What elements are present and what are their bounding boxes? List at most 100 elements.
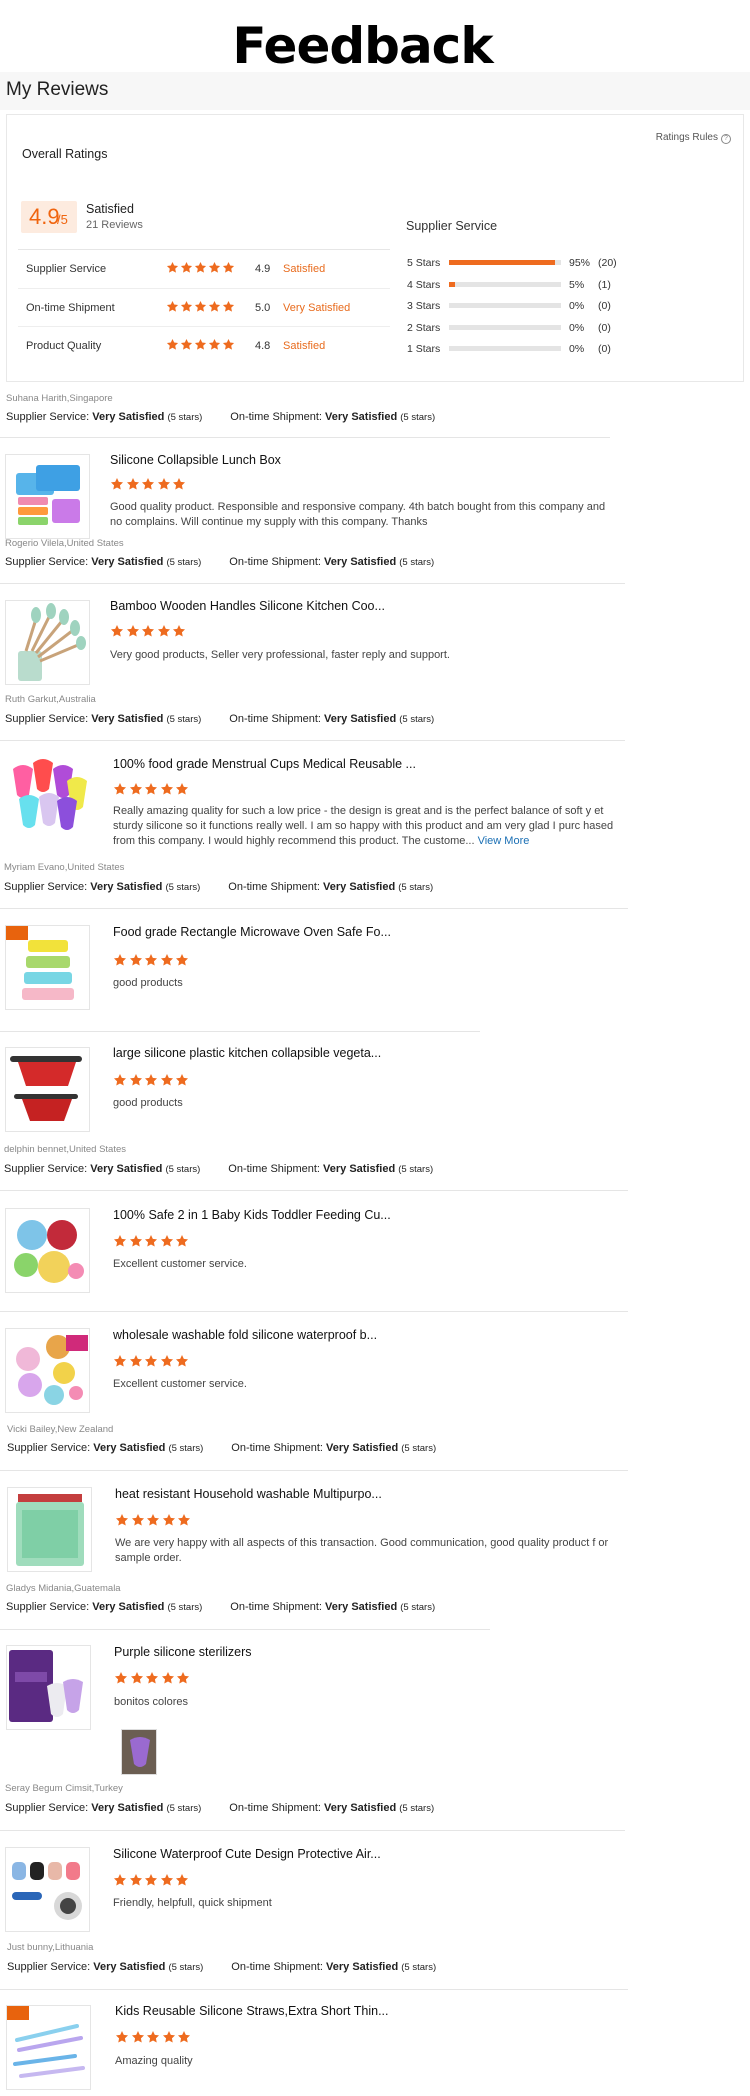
view-more-link[interactable]: View More bbox=[478, 835, 530, 847]
product-thumbnail[interactable] bbox=[6, 1645, 91, 1730]
supplier-service-stars: (5 stars) bbox=[166, 714, 202, 725]
star-icon bbox=[160, 1355, 173, 1367]
distribution-percent: 5% bbox=[569, 278, 585, 291]
distribution-label: 3 Stars bbox=[407, 300, 441, 312]
star-icon bbox=[177, 1514, 191, 1526]
distribution-row: 4 Stars 5% (1) bbox=[407, 276, 647, 298]
ontime-shipment-label: On-time Shipment: bbox=[230, 411, 322, 423]
review-photo-image bbox=[122, 1730, 156, 1774]
star-icon bbox=[180, 261, 193, 273]
ontime-shipment-value: Very Satisfied bbox=[324, 713, 397, 725]
metric-row-supplier-service: Supplier Service 4.9 Satisfied bbox=[18, 250, 390, 289]
supplier-service-value: Very Satisfied bbox=[91, 1802, 164, 1814]
distribution-label: 1 Stars bbox=[407, 343, 441, 355]
star-icon bbox=[172, 478, 186, 490]
product-stars bbox=[113, 782, 191, 801]
ratings-rules-link[interactable]: Ratings Rules? bbox=[656, 132, 731, 144]
my-reviews-title: My Reviews bbox=[6, 79, 109, 100]
star-icon bbox=[113, 1235, 127, 1247]
distribution-fill bbox=[449, 281, 455, 287]
kitchen-utensils-image bbox=[18, 603, 86, 681]
product-thumbnail[interactable] bbox=[5, 925, 90, 1010]
ontime-shipment-value: Very Satisfied bbox=[323, 881, 396, 893]
ontime-shipment-value: Very Satisfied bbox=[326, 1442, 399, 1454]
page-title: Feedback bbox=[232, 17, 493, 75]
product-title[interactable]: Bamboo Wooden Handles Silicone Kitchen C… bbox=[110, 599, 385, 613]
star-icon bbox=[208, 300, 221, 312]
star-icon bbox=[160, 954, 173, 966]
reviewer-name: Vicki Bailey,New Zealand bbox=[7, 1424, 114, 1435]
star-icon bbox=[160, 1235, 173, 1247]
star-icon bbox=[176, 1672, 190, 1684]
star-icon bbox=[208, 338, 221, 350]
supplier-service-value: Very Satisfied bbox=[92, 411, 165, 423]
metric-score: 4.9 bbox=[255, 263, 271, 275]
straws-image bbox=[7, 2006, 85, 2078]
review-divider bbox=[0, 437, 610, 438]
supplier-service-label: Supplier Service: bbox=[6, 1601, 90, 1613]
distribution-percent: 95% bbox=[569, 257, 591, 269]
star-icon bbox=[115, 2031, 129, 2043]
product-thumbnail[interactable] bbox=[5, 600, 90, 685]
product-title[interactable]: 100% Safe 2 in 1 Baby Kids Toddler Feedi… bbox=[113, 1208, 391, 1222]
product-title[interactable]: 100% food grade Menstrual Cups Medical R… bbox=[113, 757, 416, 771]
review-divider bbox=[0, 1989, 628, 1990]
supplier-service-stars: (5 stars) bbox=[168, 1443, 204, 1454]
star-icon bbox=[145, 1672, 159, 1684]
product-title[interactable]: Food grade Rectangle Microwave Oven Safe… bbox=[113, 925, 391, 939]
star-icon bbox=[175, 1355, 189, 1367]
star-icon bbox=[129, 1355, 142, 1367]
feeding-cup-image bbox=[14, 1220, 84, 1283]
supplier-service-label: Supplier Service: bbox=[6, 411, 90, 423]
review-divider bbox=[0, 583, 625, 584]
product-title[interactable]: wholesale washable fold silicone waterpr… bbox=[113, 1328, 377, 1342]
metric-row-product-quality: Product Quality 4.8 Satisfied bbox=[18, 327, 390, 366]
product-title[interactable]: Silicone Collapsible Lunch Box bbox=[110, 453, 281, 467]
service-ratings-line: Supplier Service: Very Satisfied (5 star… bbox=[4, 1163, 433, 1175]
distribution-count: (20) bbox=[598, 257, 617, 269]
product-title[interactable]: Silicone Waterproof Cute Design Protecti… bbox=[113, 1847, 381, 1861]
product-thumbnail[interactable] bbox=[5, 1328, 90, 1413]
star-icon bbox=[144, 1074, 158, 1086]
product-title[interactable]: Kids Reusable Silicone Straws,Extra Shor… bbox=[115, 2004, 389, 2018]
star-icon bbox=[114, 1672, 128, 1684]
product-thumbnail[interactable] bbox=[5, 1847, 90, 1932]
product-thumbnail[interactable] bbox=[5, 1047, 90, 1132]
reviews-count: 21 Reviews bbox=[86, 219, 143, 231]
product-title[interactable]: large silicone plastic kitchen collapsib… bbox=[113, 1046, 381, 1060]
review-text: good products bbox=[113, 977, 183, 989]
product-stars bbox=[113, 1354, 191, 1373]
review-text-body: Really amazing quality for such a low pr… bbox=[113, 805, 614, 847]
product-thumbnail[interactable] bbox=[5, 454, 90, 539]
product-stars bbox=[114, 1671, 192, 1690]
metric-score: 4.8 bbox=[255, 340, 271, 352]
service-ratings-line: Supplier Service: Very Satisfied (5 star… bbox=[7, 1442, 436, 1454]
product-thumbnail[interactable] bbox=[5, 755, 90, 840]
star-icon bbox=[129, 1874, 142, 1886]
ontime-shipment-stars: (5 stars) bbox=[401, 1443, 437, 1454]
distribution-count: (0) bbox=[598, 343, 611, 355]
star-icon bbox=[177, 2031, 191, 2043]
review-text: Friendly, helpfull, quick shipment bbox=[113, 1897, 272, 1909]
star-icon bbox=[175, 954, 189, 966]
star-icon bbox=[222, 300, 235, 312]
star-icon bbox=[144, 1235, 158, 1247]
star-icon bbox=[113, 1355, 127, 1367]
product-title[interactable]: Purple silicone sterilizers bbox=[114, 1645, 252, 1659]
ontime-shipment-value: Very Satisfied bbox=[324, 1802, 397, 1814]
star-icon bbox=[144, 1874, 158, 1886]
service-ratings-line: Supplier Service: Very Satisfied (5 star… bbox=[6, 411, 435, 423]
supplier-service-stars: (5 stars) bbox=[167, 1602, 203, 1613]
product-thumbnail[interactable] bbox=[5, 1208, 90, 1293]
review-photo[interactable] bbox=[121, 1729, 157, 1775]
star-icon bbox=[180, 338, 193, 350]
product-thumbnail[interactable] bbox=[6, 2005, 91, 2090]
distribution-track bbox=[449, 281, 561, 287]
product-title[interactable]: heat resistant Household washable Multip… bbox=[115, 1487, 382, 1501]
distribution-track bbox=[449, 324, 561, 330]
star-icon bbox=[129, 1235, 142, 1247]
product-thumbnail[interactable] bbox=[7, 1487, 92, 1572]
distribution-track bbox=[449, 303, 561, 308]
reviewer-name: Myriam Evano,United States bbox=[4, 862, 125, 873]
star-icon bbox=[160, 1874, 173, 1886]
